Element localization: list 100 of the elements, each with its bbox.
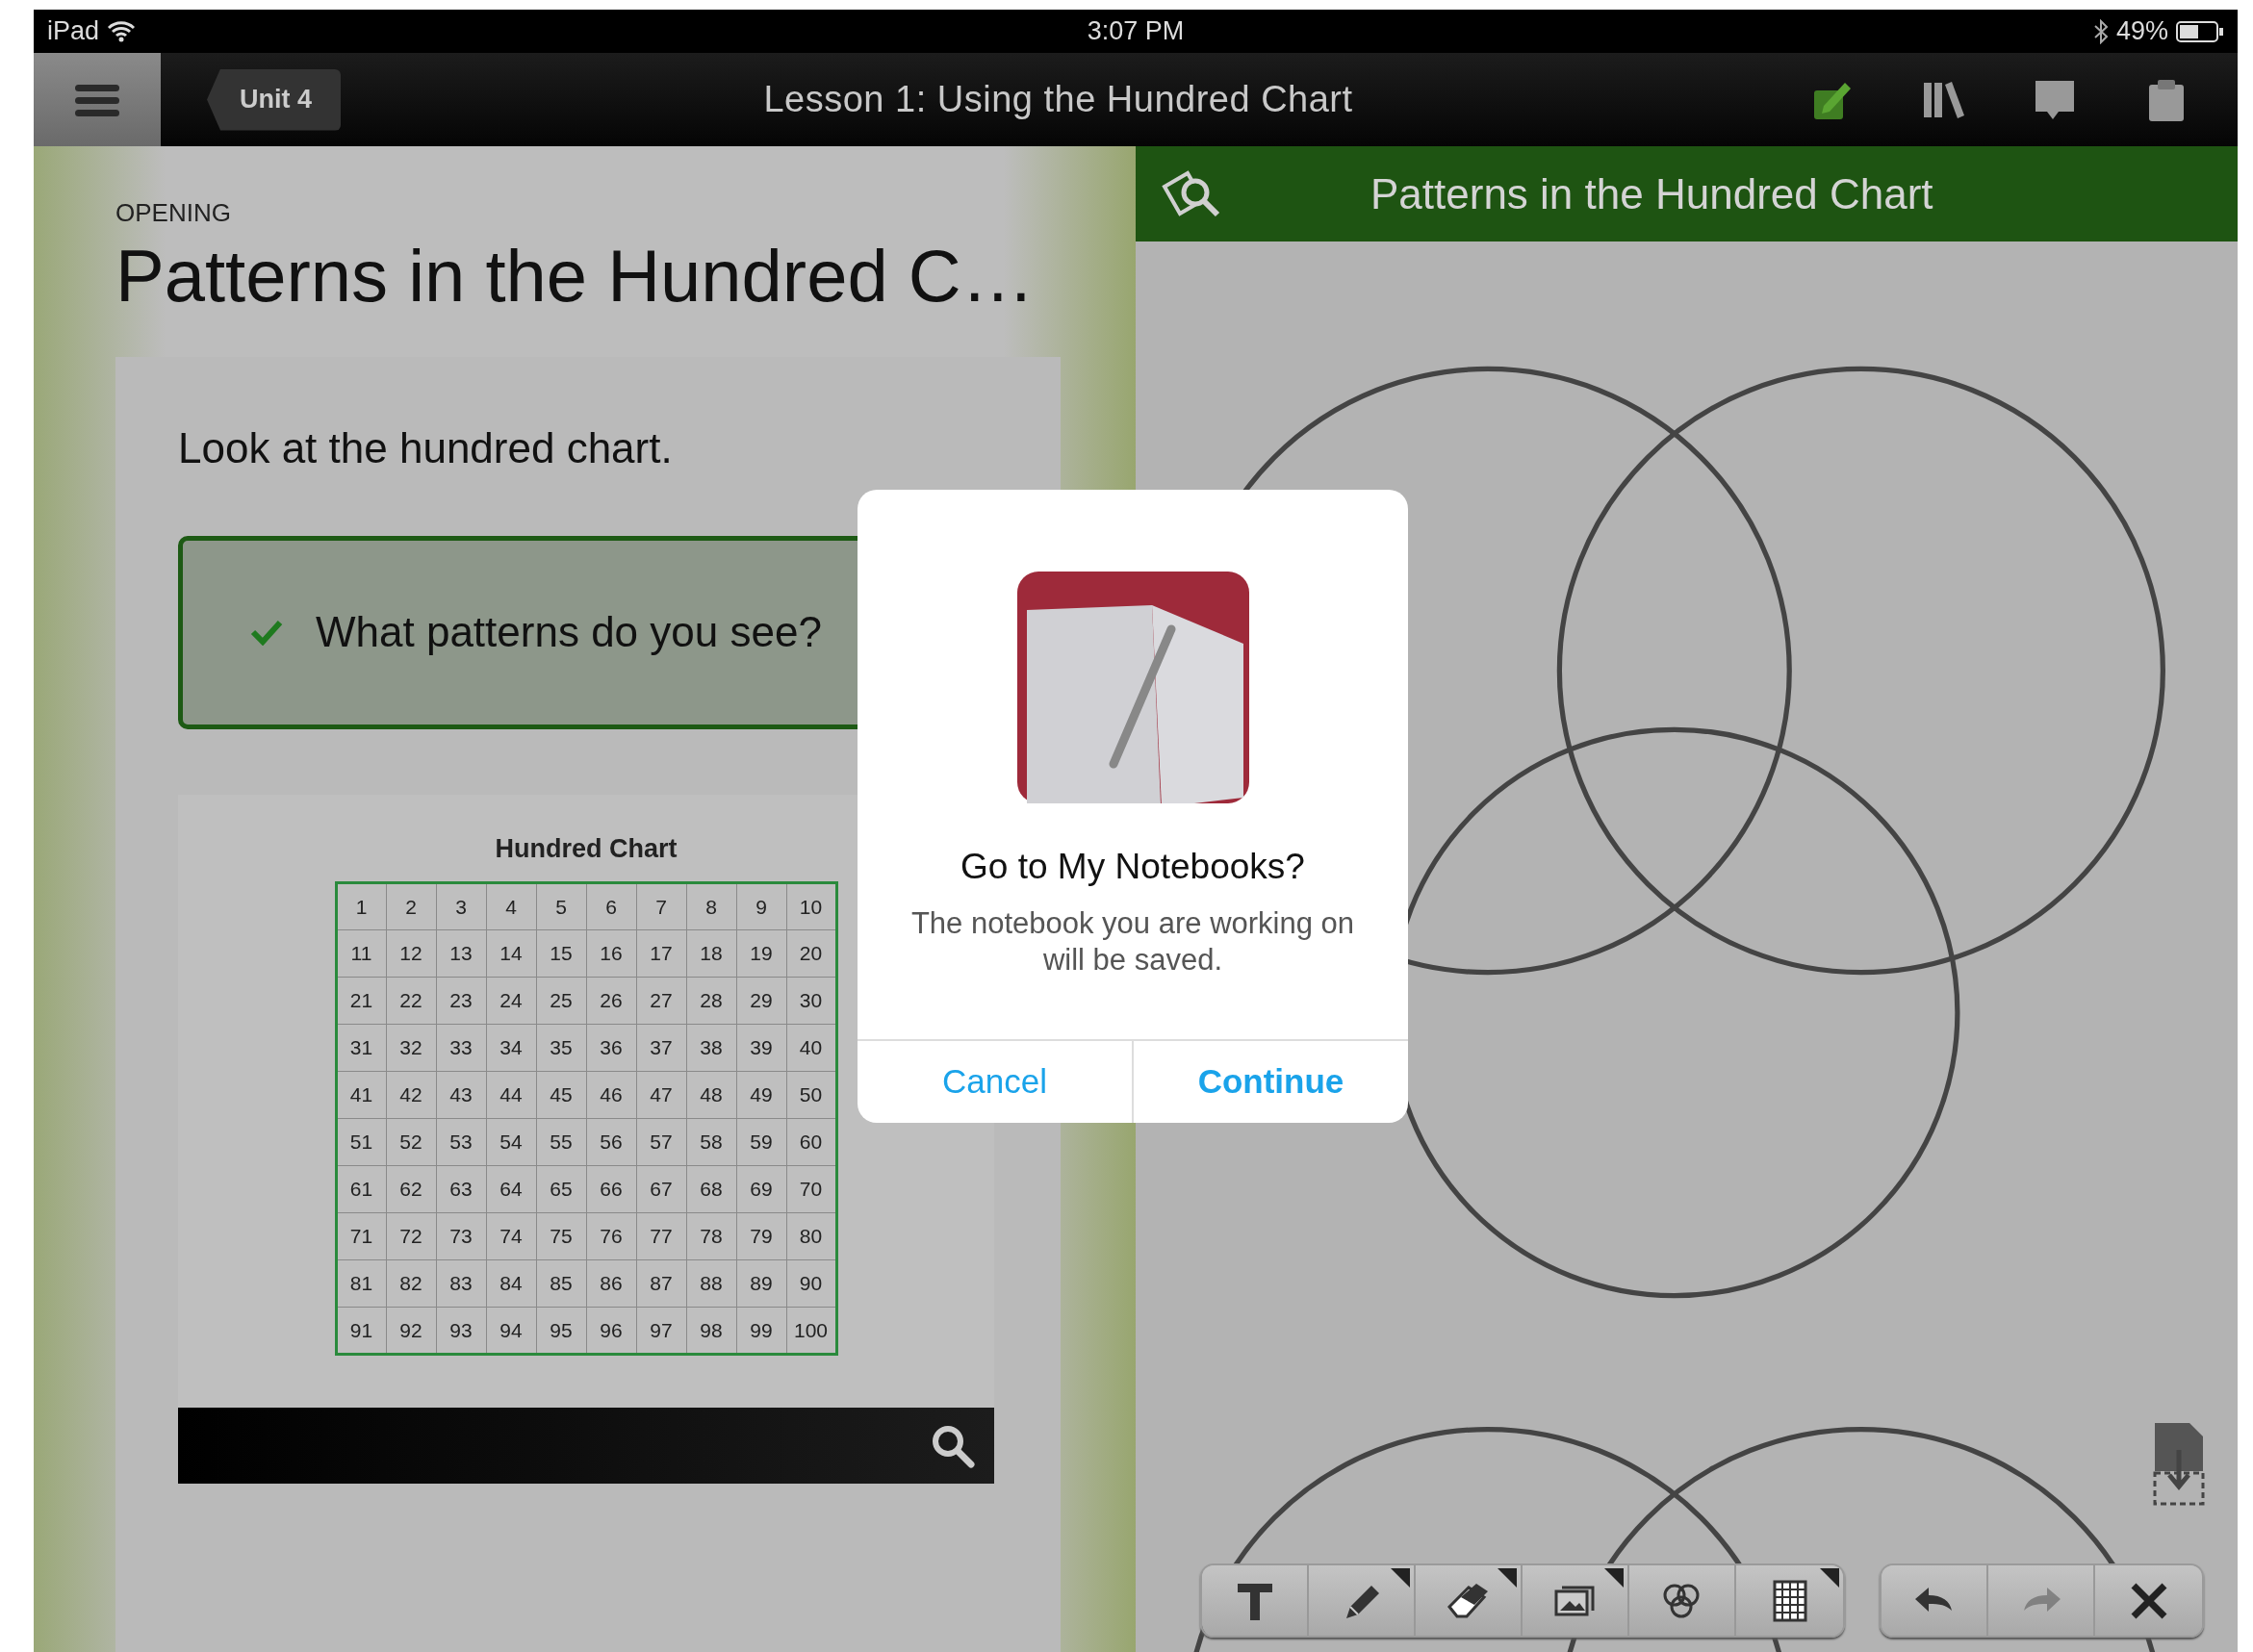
chart-number: 89 — [736, 1259, 786, 1308]
chart-number: 66 — [586, 1165, 636, 1213]
chart-number: 5 — [536, 882, 586, 930]
chart-number: 77 — [636, 1212, 686, 1260]
chart-number: 36 — [586, 1024, 636, 1072]
chart-number: 69 — [736, 1165, 786, 1213]
chart-number: 67 — [636, 1165, 686, 1213]
chart-number: 26 — [586, 977, 636, 1025]
chart-number: 78 — [686, 1212, 736, 1260]
chart-number: 57 — [636, 1118, 686, 1166]
chart-number: 81 — [336, 1259, 386, 1308]
chart-number: 55 — [536, 1118, 586, 1166]
chart-number: 71 — [336, 1212, 386, 1260]
chart-number: 28 — [686, 977, 736, 1025]
overlapping-circles-tool-button[interactable] — [1629, 1565, 1736, 1636]
chart-number: 31 — [336, 1024, 386, 1072]
chart-number: 21 — [336, 977, 386, 1025]
chart-number: 15 — [536, 929, 586, 978]
chart-number: 82 — [386, 1259, 436, 1308]
workspace-title: Patterns in the Hundred Chart — [1370, 168, 1933, 219]
device-name: iPad — [47, 15, 100, 48]
continue-button[interactable]: Continue — [1132, 1041, 1408, 1123]
wifi-icon — [107, 19, 137, 43]
chart-number: 11 — [336, 929, 386, 978]
menu-button[interactable] — [34, 53, 161, 146]
dropdown-corner-icon — [1498, 1568, 1517, 1588]
chart-number: 16 — [586, 929, 636, 978]
chart-number: 29 — [736, 977, 786, 1025]
chart-number: 35 — [536, 1024, 586, 1072]
chart-number: 59 — [736, 1118, 786, 1166]
chart-number: 25 — [536, 977, 586, 1025]
chart-number: 83 — [436, 1259, 486, 1308]
images-tool-button[interactable] — [1523, 1565, 1629, 1636]
chart-number: 34 — [486, 1024, 536, 1072]
chart-number: 32 — [386, 1024, 436, 1072]
chart-number: 56 — [586, 1118, 636, 1166]
chart-number: 22 — [386, 977, 436, 1025]
chart-number: 63 — [436, 1165, 486, 1213]
battery-percent: 49% — [2115, 15, 2168, 48]
dropdown-corner-icon — [1391, 1568, 1410, 1588]
chart-number: 86 — [586, 1259, 636, 1308]
chart-number: 38 — [686, 1024, 736, 1072]
search-icon[interactable] — [931, 1423, 975, 1468]
chart-number: 17 — [636, 929, 686, 978]
chart-number: 75 — [536, 1212, 586, 1260]
chart-number: 12 — [386, 929, 436, 978]
text-tool-button[interactable] — [1202, 1565, 1309, 1636]
chart-number: 53 — [436, 1118, 486, 1166]
chart-number: 64 — [486, 1165, 536, 1213]
chart-number: 23 — [436, 977, 486, 1025]
bluetooth-icon — [2092, 18, 2109, 44]
chart-number: 84 — [486, 1259, 536, 1308]
chart-number: 27 — [636, 977, 686, 1025]
chart-number: 88 — [686, 1259, 736, 1308]
pencil-tool-button[interactable] — [1309, 1565, 1416, 1636]
export-icon — [2151, 1421, 2207, 1508]
chart-number: 85 — [536, 1259, 586, 1308]
chart-number: 44 — [486, 1071, 536, 1119]
grid-tool-button[interactable] — [1736, 1565, 1843, 1636]
export-button[interactable] — [2151, 1421, 2207, 1508]
lesson-title: Lesson 1: Using the Hundred Chart — [763, 79, 1353, 119]
chart-number: 58 — [686, 1118, 736, 1166]
cancel-button[interactable]: Cancel — [858, 1041, 1132, 1123]
chart-number: 48 — [686, 1071, 736, 1119]
dropdown-corner-icon — [1604, 1568, 1624, 1588]
prompt-text: Look at the hundred chart. — [178, 422, 674, 473]
chart-number: 13 — [436, 929, 486, 978]
chart-number: 76 — [586, 1212, 636, 1260]
menu-icon — [75, 82, 119, 117]
chart-number: 68 — [686, 1165, 736, 1213]
chart-number: 62 — [386, 1165, 436, 1213]
chart-number: 14 — [486, 929, 536, 978]
chart-number: 45 — [536, 1071, 586, 1119]
chart-number: 41 — [336, 1071, 386, 1119]
dropdown-corner-icon — [1820, 1568, 1839, 1588]
chart-number: 46 — [586, 1071, 636, 1119]
chart-number: 2 — [386, 882, 436, 930]
chart-number: 52 — [386, 1118, 436, 1166]
status-time: 3:07 PM — [1087, 16, 1185, 46]
chart-number: 19 — [736, 929, 786, 978]
chart-title: Hundred Chart — [495, 832, 678, 865]
undo-arrow-tool-button[interactable] — [1882, 1565, 1988, 1636]
chart-number: 18 — [686, 929, 736, 978]
page-title: Patterns in the Hundred C… — [115, 236, 1036, 317]
back-button[interactable]: Unit 4 — [207, 68, 341, 131]
battery-icon — [2176, 19, 2224, 43]
chart-number: 39 — [736, 1024, 786, 1072]
close-tool-button[interactable] — [2095, 1565, 2202, 1636]
chart-number: 37 — [636, 1024, 686, 1072]
chart-number: 3 — [436, 882, 486, 930]
chart-number: 43 — [436, 1071, 486, 1119]
chart-number: 4 — [486, 882, 536, 930]
chart-number: 54 — [486, 1118, 536, 1166]
chart-number: 79 — [736, 1212, 786, 1260]
chart-number: 87 — [636, 1259, 686, 1308]
question-text: What patterns do you see? — [316, 607, 822, 658]
chart-number: 42 — [386, 1071, 436, 1119]
dialog-message: The notebook you are working on will be saved. — [909, 904, 1356, 979]
eraser-tool-button[interactable] — [1416, 1565, 1523, 1636]
chart-number: 61 — [336, 1165, 386, 1213]
